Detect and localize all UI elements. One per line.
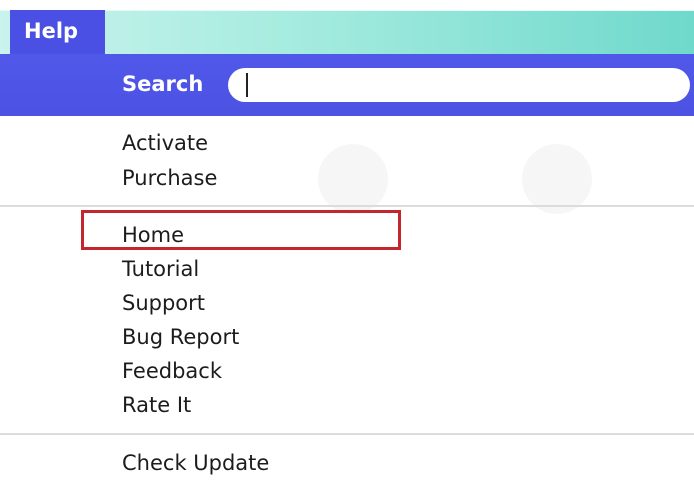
menu-item-check-update[interactable]: Check Update [122,451,269,475]
menu-separator [0,205,694,207]
background-icon [318,144,388,214]
menu-item-rate-it[interactable]: Rate It [122,393,191,417]
menu-item-feedback[interactable]: Feedback [122,359,222,383]
text-caret [246,73,248,97]
highlight-box [81,210,401,250]
help-menu-title[interactable]: Help [10,10,105,55]
search-label: Search [122,72,204,96]
menu-item-bug-report[interactable]: Bug Report [122,325,239,349]
menu-item-tutorial[interactable]: Tutorial [122,257,199,281]
menu-item-activate[interactable]: Activate [122,131,208,155]
menu-item-support[interactable]: Support [122,291,205,315]
search-input[interactable] [228,68,690,102]
menu-item-purchase[interactable]: Purchase [122,166,217,190]
help-menu-dropdown [0,54,694,481]
background-icon [522,144,592,214]
menu-separator [0,433,694,435]
